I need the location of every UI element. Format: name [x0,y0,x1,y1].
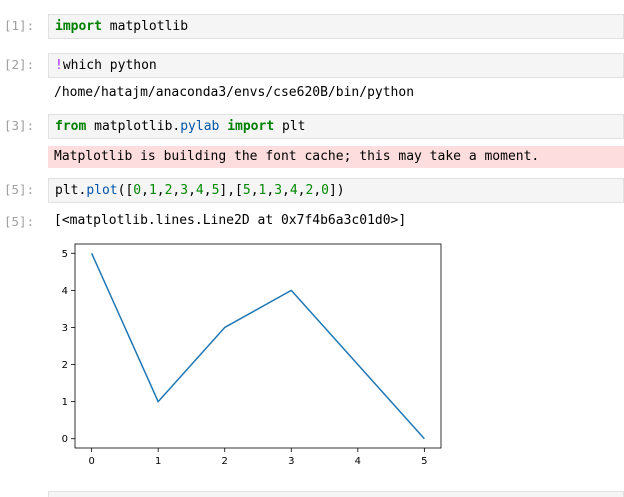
cell-2-prompt: [2]: [4,57,35,72]
y-tick-label: 2 [62,360,68,371]
y-tick-label: 3 [62,323,68,334]
cell-1-prompt: [1]: [4,18,35,33]
cell-5-output-prompt: [5]: [4,214,35,229]
code-token: pylab [180,119,220,134]
x-tick-label: 2 [222,456,228,467]
code-token: 4 [195,183,204,198]
code-token: , [297,183,306,198]
code-token: ! [55,58,63,73]
x-tick-label: 1 [155,456,161,467]
code-token: 3 [180,183,189,198]
code-token: 1 [148,183,157,198]
x-tick-label: 0 [88,456,94,467]
code-token: from [55,119,87,134]
cell-2-input[interactable]: !which python [48,53,624,78]
code-token: , [203,183,212,198]
plot-axes-frame [74,243,442,449]
x-tick-label: 3 [288,456,294,467]
code-token: ],[ [219,183,243,198]
code-token: , [250,183,259,198]
cell-5-prompt: [5]: [4,182,35,197]
code-token: 4 [289,183,298,198]
cell-3-stderr-output: Matplotlib is building the font cache; t… [48,146,624,168]
code-token: plot [86,183,118,198]
code-token: ]) [328,183,345,198]
code-token: 5 [242,183,251,198]
line-plot: 0 1 2 3 4 5 0 1 2 3 4 5 [62,243,442,467]
y-tick-label: 4 [62,286,68,297]
code-token: plt [274,119,306,134]
cell-3-prompt: [3]: [4,118,35,133]
next-cell-input[interactable] [48,491,624,497]
cell-5-output: [<matplotlib.lines.Line2D at 0x7f4b6a3c0… [54,213,407,228]
x-tick-label: 5 [421,456,427,467]
code-token: 0 [133,183,142,198]
code-token: import [227,119,275,134]
code-token: , [266,183,275,198]
code-token: plt. [55,183,87,198]
code-token: 0 [321,183,329,198]
x-tick-label: 4 [355,456,361,467]
code-token: 3 [274,183,283,198]
y-tick-label: 5 [62,249,68,260]
code-token: , [141,183,149,198]
cell-2-output: /home/hatajm/anaconda3/envs/cse620B/bin/… [54,85,415,100]
cell-5-input[interactable]: plt.plot([0,1,2,3,4,5],[5,1,3,4,2,0]) [48,178,624,203]
code-token: , [282,183,290,198]
y-tick-label: 1 [62,397,68,408]
code-token: which python [62,58,157,73]
code-token: , [188,183,196,198]
cell-1-input[interactable]: import matplotlib [48,14,624,39]
cell-3-input[interactable]: from matplotlib.pylab import plt [48,114,624,139]
code-token: , [156,183,165,198]
code-token: matplotlib [101,19,189,34]
code-token: , [313,183,322,198]
code-token: matplotlib. [86,119,181,134]
y-tick-label: 0 [62,434,68,445]
code-token: ([ [117,183,134,198]
code-token: import [55,19,102,34]
